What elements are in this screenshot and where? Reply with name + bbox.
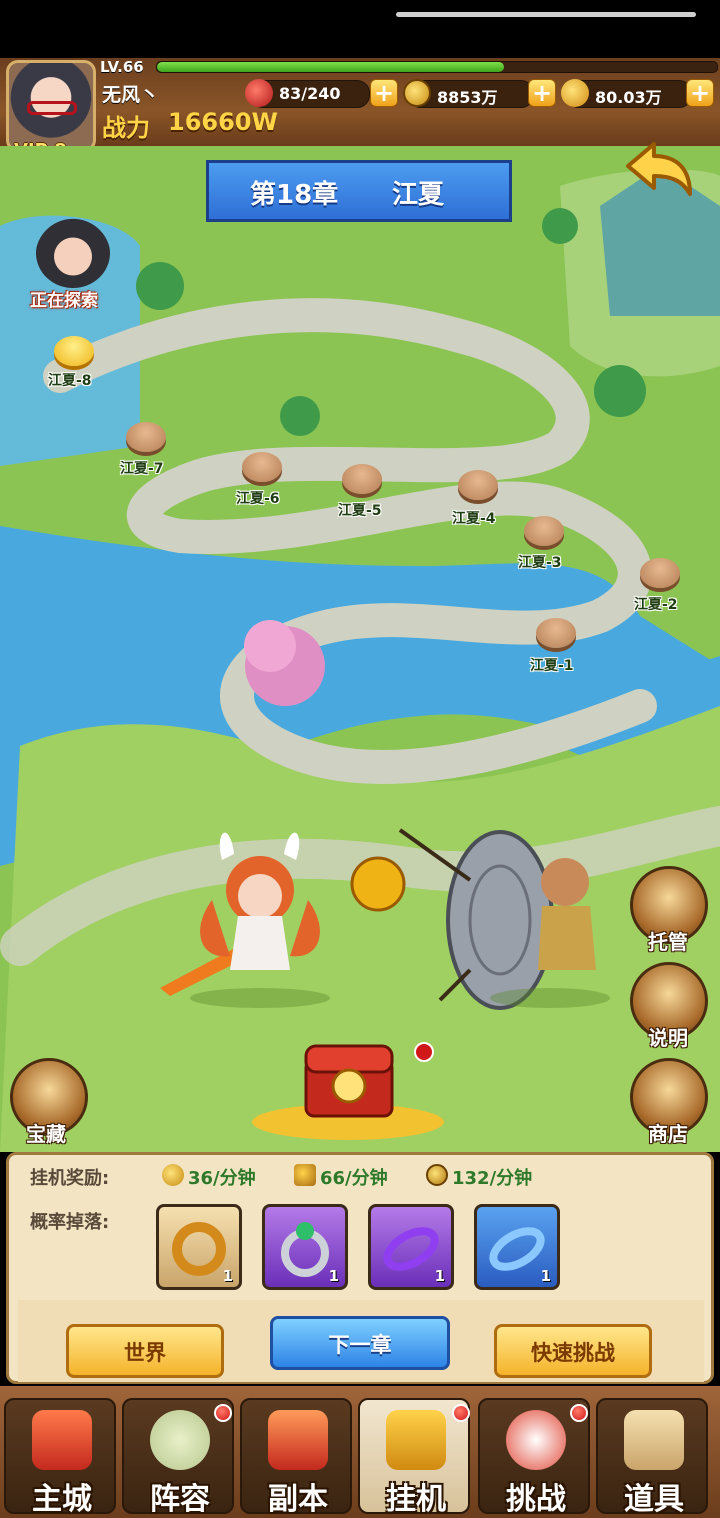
scroll-icon	[624, 1410, 684, 1470]
dungeon-icon	[268, 1410, 328, 1470]
stage-node-2[interactable]	[640, 558, 680, 588]
player-avatar[interactable]	[6, 60, 96, 152]
chapter-name: 江夏	[392, 180, 445, 210]
gold-ingot-icon	[561, 79, 589, 107]
quick-challenge-button[interactable]: 快速挑战	[494, 1324, 652, 1378]
idle-bag-icon	[386, 1410, 446, 1470]
gold-ingot-display: 80.03万	[561, 79, 692, 108]
tab-label: 主城	[32, 1482, 92, 1517]
exp-bar	[156, 61, 718, 73]
coin-icon	[162, 1164, 184, 1186]
drop-count: 1	[434, 1267, 445, 1285]
auto-manage-label: 托管	[648, 930, 688, 954]
stage-label-6: 江夏-6	[236, 491, 280, 507]
stage-label-2: 江夏-2	[634, 597, 678, 613]
power-label: 战力	[102, 114, 150, 142]
player-level: LV.66	[100, 58, 144, 76]
copper-coin-icon	[426, 1164, 448, 1186]
exp-bar-fill	[157, 62, 505, 72]
back-arrow-icon[interactable]	[624, 140, 696, 200]
stage-node-6[interactable]	[242, 452, 282, 482]
player-name: 无风丶	[102, 84, 160, 106]
add-gold-ingot-button[interactable]: +	[686, 79, 714, 107]
gold-ingot-value: 80.03万	[595, 88, 662, 107]
add-stamina-button[interactable]: +	[370, 79, 398, 107]
drop-item-3[interactable]: 1	[368, 1204, 454, 1290]
stage-node-3[interactable]	[524, 516, 564, 546]
lineup-badge	[214, 1404, 232, 1422]
drop-count: 1	[328, 1267, 339, 1285]
battle-scene	[160, 828, 610, 1010]
idle-reward-label: 挂机奖励:	[30, 1168, 110, 1189]
stamina-icon	[245, 79, 273, 107]
stage-node-8[interactable]	[54, 336, 94, 366]
copper-coin-rate: 132/分钟	[452, 1168, 533, 1189]
stage-node-1[interactable]	[536, 618, 576, 648]
status-bar	[0, 0, 720, 58]
tab-label: 副本	[268, 1482, 328, 1517]
stage-node-7[interactable]	[126, 422, 166, 452]
tab-main-city[interactable]: 主城	[4, 1398, 116, 1517]
glasses-icon	[27, 101, 77, 115]
lineup-icon	[150, 1410, 210, 1470]
stage-node-4[interactable]	[458, 470, 498, 500]
key-icon	[294, 1164, 316, 1186]
idle-badge	[452, 1404, 470, 1422]
coin-value: 8853万	[437, 88, 498, 107]
drop-item-2[interactable]: 1	[262, 1204, 348, 1290]
tab-label: 道具	[624, 1482, 684, 1517]
key-rate: 66/分钟	[320, 1168, 388, 1189]
stage-label-3: 江夏-3	[518, 555, 562, 571]
tab-dungeon[interactable]: 副本	[240, 1398, 352, 1517]
world-button[interactable]: 世界	[66, 1324, 224, 1378]
instructions-label: 说明	[648, 1026, 688, 1050]
power-value: 16660W	[168, 108, 278, 136]
shop-label: 商店	[648, 1122, 688, 1146]
home-indicator	[396, 12, 696, 17]
challenge-icon	[506, 1410, 566, 1470]
drop-item-1[interactable]: 1	[156, 1204, 242, 1290]
coin-display: 8853万	[403, 79, 534, 108]
stage-label-7: 江夏-7	[120, 461, 164, 477]
challenge-badge	[570, 1404, 588, 1422]
stage-label-8: 江夏-8	[48, 373, 92, 389]
tab-label: 挑战	[506, 1482, 566, 1517]
explorer-avatar	[36, 218, 110, 288]
chapter-number: 第18章	[250, 180, 339, 210]
stage-label-4: 江夏-4	[452, 511, 496, 527]
exploring-tag: 正在探索	[30, 291, 98, 311]
tab-label: 挂机	[386, 1482, 446, 1517]
castle-icon	[32, 1410, 92, 1470]
stage-label-5: 江夏-5	[338, 503, 382, 519]
stamina-display: 83/240	[245, 79, 370, 108]
treasure-label: 宝藏	[26, 1122, 66, 1146]
stage-node-5[interactable]	[342, 464, 382, 494]
drop-label: 概率掉落:	[30, 1212, 110, 1233]
tab-items[interactable]: 道具	[596, 1398, 708, 1517]
add-coin-button[interactable]: +	[528, 79, 556, 107]
treasure-chest-icon[interactable]	[248, 1030, 448, 1142]
drop-item-4[interactable]: 1	[474, 1204, 560, 1290]
tab-label: 阵容	[150, 1482, 210, 1517]
coin-icon	[403, 79, 431, 107]
next-chapter-button[interactable]: 下一章	[270, 1316, 450, 1370]
stamina-value: 83/240	[279, 84, 341, 103]
stage-label-1: 江夏-1	[530, 658, 574, 674]
drop-count: 1	[222, 1267, 233, 1285]
drop-count: 1	[540, 1267, 551, 1285]
coin-rate: 36/分钟	[188, 1168, 256, 1189]
